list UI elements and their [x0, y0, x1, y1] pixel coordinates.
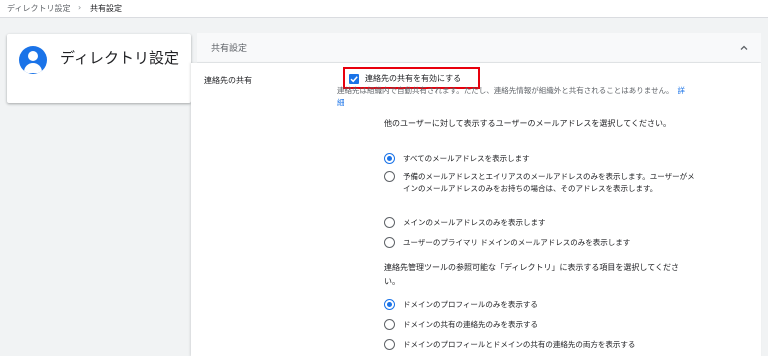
directory-option-label: ドメインのプロフィールのみを表示する: [403, 300, 538, 309]
breadcrumb-separator: ›: [78, 3, 82, 12]
radio-button[interactable]: [384, 217, 395, 228]
radio-button[interactable]: [384, 319, 395, 330]
sharing-settings-body: 連絡先の共有 連絡先の共有を有効にする 連絡先は組織内で自動共有されます。ただし…: [191, 63, 761, 356]
sharing-settings-title: 共有設定: [211, 44, 248, 54]
breadcrumb-root-link[interactable]: ディレクトリ設定: [7, 3, 70, 14]
radio-button[interactable]: [384, 339, 395, 350]
radio-button[interactable]: [384, 299, 395, 310]
description-text: 連絡先は組織内で自動共有されます。ただし、連絡先情報が組織外と共有されることはあ…: [337, 86, 674, 95]
email-option-label: メインのメールアドレスのみを表示します: [403, 218, 546, 227]
contact-sharing-description: 連絡先は組織内で自動共有されます。ただし、連絡先情報が組織外と共有されることはあ…: [337, 85, 691, 109]
radio-button[interactable]: [384, 237, 395, 248]
top-bar: ディレクトリ設定 › 共有設定: [0, 0, 768, 18]
contact-sharing-label: 連絡先の共有: [204, 76, 252, 85]
directory-option-label: ドメインのプロフィールとドメインの共有の連絡先の両方を表示する: [403, 340, 636, 349]
email-option-label: ユーザーのプライマリ ドメインのメールアドレスのみを表示します: [403, 238, 631, 247]
directory-settings-card: ディレクトリ設定: [7, 34, 191, 103]
check-icon: [350, 76, 358, 83]
email-option-label: 予備のメールアドレスとエイリアスのメールアドレスのみを表示します。ユーザーがメイ…: [403, 172, 695, 193]
email-option-label: すべてのメールアドレスを表示します: [403, 154, 530, 163]
breadcrumb-current: 共有設定: [90, 4, 122, 13]
radio-button[interactable]: [384, 171, 395, 182]
email-visibility-question: 他のユーザーに対して表示するユーザーのメールアドレスを選択してください。: [384, 119, 671, 128]
chevron-up-icon[interactable]: [739, 43, 749, 53]
sharing-settings-header[interactable]: 共有設定: [197, 33, 761, 63]
enable-contact-sharing-checkbox[interactable]: [349, 74, 359, 84]
directory-visibility-question: 連絡先管理ツールの参照可能な「ディレクトリ」に表示する項目を選択してください。: [384, 263, 679, 286]
enable-contact-sharing-label[interactable]: 連絡先の共有を有効にする: [365, 73, 461, 84]
directory-option-label: ドメインの共有の連絡先のみを表示する: [403, 320, 538, 329]
directory-settings-title: ディレクトリ設定: [60, 49, 179, 67]
radio-button[interactable]: [384, 153, 395, 164]
account-circle-icon: [19, 46, 47, 74]
